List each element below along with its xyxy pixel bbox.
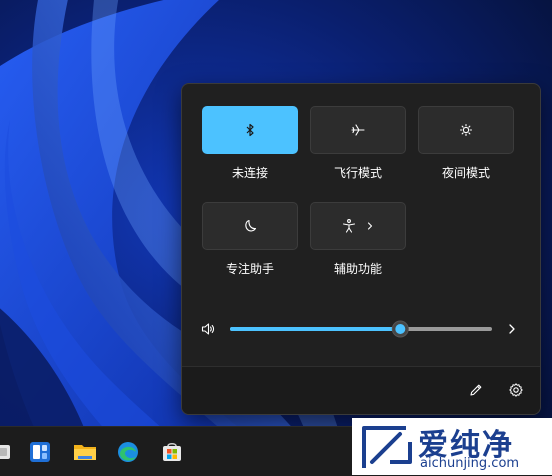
volume-mute-button[interactable]	[196, 317, 220, 341]
gear-icon	[509, 383, 523, 397]
tile-label-accessibility: 辅助功能	[333, 262, 382, 276]
airplane-mode-toggle[interactable]	[310, 106, 406, 154]
settings-button[interactable]	[504, 378, 528, 402]
volume-fill	[230, 327, 401, 331]
edge-button[interactable]	[115, 439, 141, 465]
pencil-icon	[470, 384, 482, 396]
audio-output-button[interactable]	[500, 317, 524, 341]
moon-icon	[245, 219, 257, 232]
file-explorer-icon	[74, 445, 96, 460]
tile-label-night-light: 夜间模式	[441, 166, 490, 180]
night-light-icon	[459, 123, 473, 137]
edge-icon	[118, 442, 138, 462]
tile-label-bluetooth: 未连接	[231, 166, 268, 180]
volume-thumb-center	[395, 324, 406, 334]
tile-label-focus-assist: 专注助手	[225, 262, 274, 276]
accessibility-icon	[342, 219, 356, 233]
quick-settings-panel: 未连接 飞行模式 夜间模式 专注助手 辅助功能	[181, 83, 541, 415]
edit-quick-settings-button[interactable]	[464, 378, 488, 402]
airplane-icon	[351, 124, 365, 136]
focus-assist-toggle[interactable]	[202, 202, 298, 250]
tile-label-airplane: 飞行模式	[333, 166, 382, 180]
volume-row	[182, 314, 540, 344]
volume-slider[interactable]	[226, 314, 496, 344]
bluetooth-toggle[interactable]	[202, 106, 298, 154]
chevron-right-icon	[509, 324, 515, 334]
chevron-right-icon	[367, 222, 373, 230]
quick-settings-footer	[182, 366, 540, 414]
widgets-icon	[30, 442, 50, 462]
watermark-url: aichunjing.com	[420, 456, 520, 471]
bluetooth-icon	[246, 123, 254, 137]
watermark: 爱纯净 aichunjing.com	[352, 418, 552, 475]
store-button[interactable]	[159, 439, 185, 465]
task-view-button[interactable]	[0, 439, 14, 465]
speaker-icon	[201, 323, 215, 335]
widgets-button[interactable]	[27, 439, 53, 465]
store-icon	[163, 443, 181, 461]
watermark-logo	[362, 426, 412, 468]
night-light-toggle[interactable]	[418, 106, 514, 154]
task-view-icon	[0, 445, 10, 459]
file-explorer-button[interactable]	[72, 439, 98, 465]
accessibility-toggle[interactable]	[310, 202, 406, 250]
